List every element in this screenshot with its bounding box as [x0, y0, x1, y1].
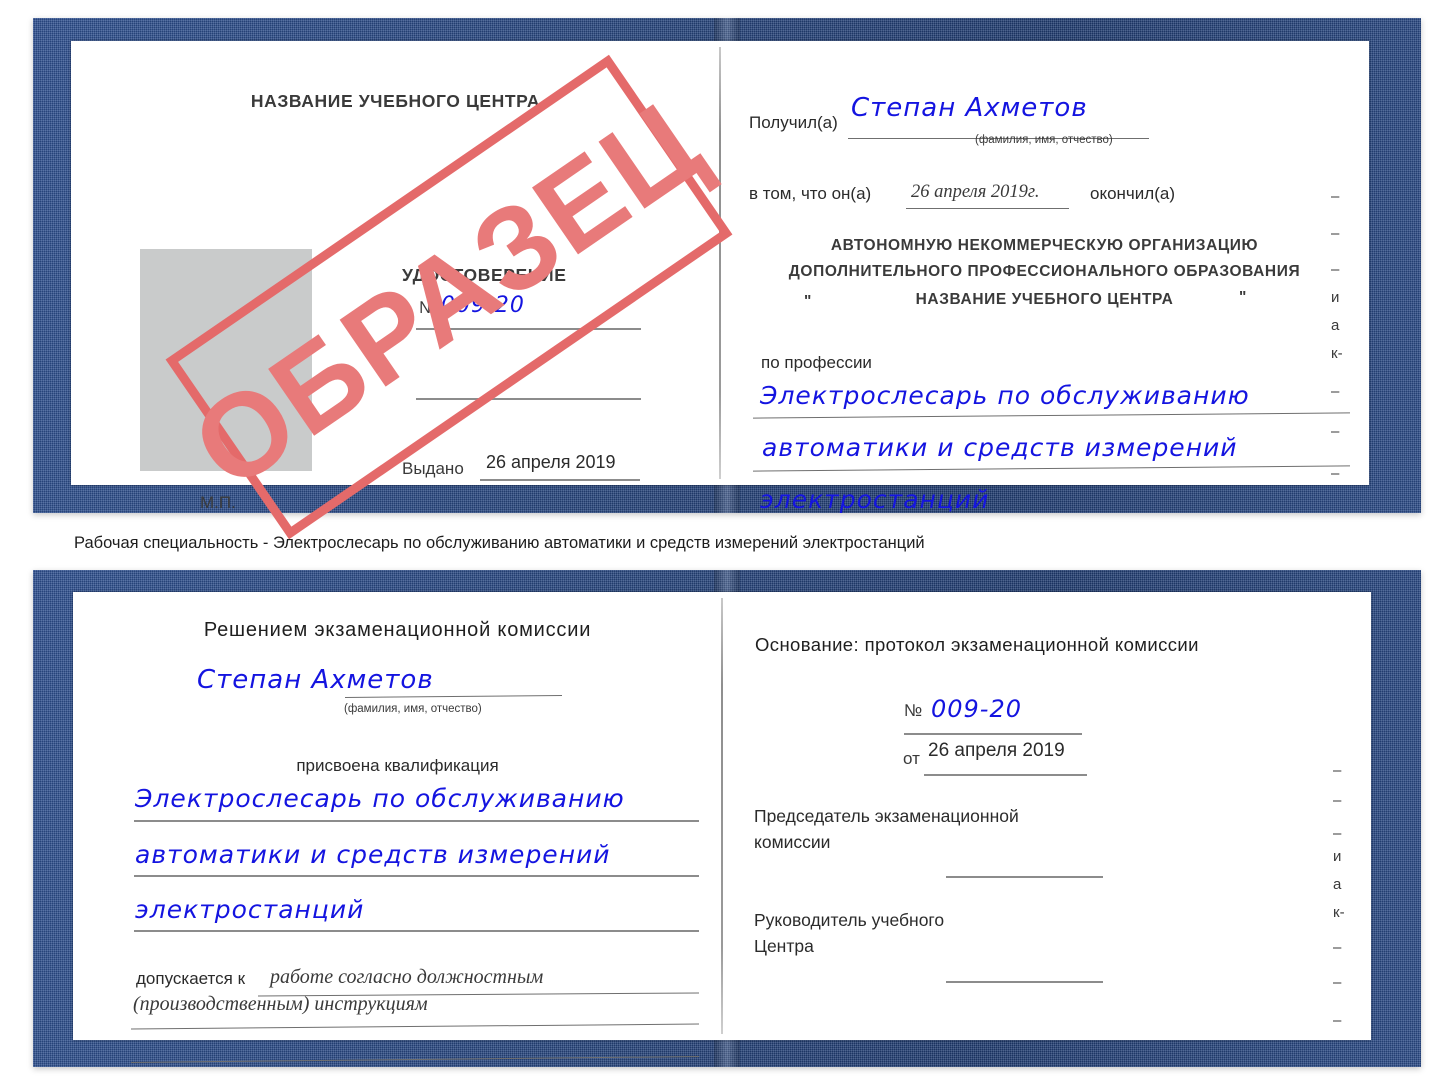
allowed-value-line-1: работе согласно должностным: [270, 966, 544, 988]
basis-label: Основание: протокол экзаменационной коми…: [755, 634, 1199, 655]
protocol-date-value: 26 апреля 2019: [928, 740, 1065, 761]
certificate-number-value: 009-20: [441, 293, 525, 318]
graduate-name-rule: [344, 695, 563, 698]
edge-fragments-top: – – – и а к- – – –: [1329, 41, 1369, 485]
qualification-line-2: автоматики и средств измерений: [135, 840, 611, 869]
profession-line-2: автоматики и средств измерений: [762, 433, 1238, 462]
chairman-signature-rule: [946, 876, 1103, 878]
page-spine-bottom: [721, 598, 723, 1034]
qualification-label: присвоена квалификация: [296, 756, 499, 775]
blank-rule-1: [416, 398, 641, 400]
certificate-bottom: Решением экзаменационной комиссии Степан…: [33, 570, 1421, 1067]
decision-title: Решением экзаменационной комиссии: [203, 619, 592, 641]
edge-fragment: а: [1331, 317, 1340, 334]
number-rule: [416, 328, 641, 330]
qualification-line-1: Электрослесарь по обслуживанию: [135, 784, 625, 813]
edge-fragment: –: [1331, 225, 1340, 242]
stamp-place-label: М.П.: [200, 493, 236, 512]
profession-rule-1: [753, 412, 1350, 419]
edge-fragment: –: [1331, 383, 1340, 400]
certificate-top-right-page: Получил(а) Степан Ахметов (фамилия, имя,…: [720, 41, 1369, 514]
that-he-label: в том, что он(а): [749, 184, 872, 203]
head-line-1: Руководитель учебного: [754, 910, 945, 930]
graduate-name-value: Степан Ахметов: [197, 665, 434, 695]
edge-fragment: а: [1333, 876, 1342, 893]
edge-fragment: –: [1333, 825, 1342, 842]
profession-line-3: электростанций: [760, 485, 990, 514]
edge-fragment: –: [1333, 974, 1342, 991]
organization-line-1: АВТОНОМНУЮ НЕКОММЕРЧЕСКУЮ ОРГАНИЗАЦИЮ: [830, 237, 1259, 254]
received-label: Получил(а): [749, 113, 838, 132]
edge-fragment: и: [1331, 289, 1340, 306]
edge-fragment: –: [1333, 792, 1342, 809]
organization-line-2: ДОПОЛНИТЕЛЬНОГО ПРОФЕССИОНАЛЬНОГО ОБРАЗО…: [788, 263, 1301, 280]
completion-date-value: 26 апреля 2019г.: [911, 182, 1040, 202]
organization-quote-open: ": [804, 293, 812, 310]
edge-fragment: к-: [1331, 345, 1343, 362]
protocol-number-label: №: [904, 701, 923, 720]
protocol-date-label: от: [903, 749, 920, 768]
chairman-line-1: Председатель экзаменационной: [754, 806, 1019, 826]
edge-fragment: –: [1331, 465, 1340, 482]
issued-date-value: 26 апреля 2019: [486, 452, 616, 472]
qualification-rule-1: [134, 820, 699, 822]
graduated-label: окончил(а): [1090, 184, 1175, 203]
edge-fragment: –: [1333, 939, 1342, 956]
edge-fragment: –: [1333, 762, 1342, 779]
qualification-line-3: электростанций: [135, 895, 365, 924]
page-spine-top: [719, 47, 721, 479]
certificate-bottom-left-page: Решением экзаменационной комиссии Степан…: [73, 592, 722, 1063]
document-type-heading: УДОСТОВЕРЕНИЕ: [402, 265, 567, 285]
received-name-value: Степан Ахметов: [851, 93, 1088, 123]
organization-line-3: НАЗВАНИЕ УЧЕБНОГО ЦЕНТРА: [915, 291, 1174, 308]
certificate-top: НАЗВАНИЕ УЧЕБНОГО ЦЕНТРА УДОСТОВЕРЕНИЕ №…: [33, 18, 1421, 514]
certificate-top-pages: НАЗВАНИЕ УЧЕБНОГО ЦЕНТРА УДОСТОВЕРЕНИЕ №…: [71, 41, 1369, 514]
edge-fragment: –: [1331, 188, 1340, 205]
photo-placeholder: [140, 249, 312, 471]
protocol-date-rule: [924, 774, 1087, 776]
certificate-top-left-page: НАЗВАНИЕ УЧЕБНОГО ЦЕНТРА УДОСТОВЕРЕНИЕ №…: [71, 41, 720, 512]
profession-label: по профессии: [761, 353, 872, 372]
organization-quote-close: ": [1239, 289, 1247, 306]
edge-fragments-bottom: – – – и а к- – – –: [1331, 592, 1371, 1040]
edge-fragment: –: [1331, 261, 1340, 278]
certificate-bottom-right-page: Основание: протокол экзаменационной коми…: [722, 592, 1371, 1040]
training-center-name-heading: НАЗВАНИЕ УЧЕБНОГО ЦЕНТРА: [250, 91, 541, 111]
head-line-2: Центра: [754, 936, 814, 956]
allowed-label: допускается к: [136, 969, 246, 988]
received-name-hint: (фамилия, имя, отчество): [975, 134, 1113, 146]
figure-caption: Рабочая специальность - Электрослесарь п…: [74, 534, 925, 552]
edge-fragment: и: [1333, 848, 1342, 865]
number-label: №: [419, 298, 438, 317]
protocol-number-rule: [904, 733, 1082, 735]
allowed-rule-2: [131, 1023, 699, 1030]
qualification-rule-3: [134, 930, 699, 932]
allowed-value-line-2: (производственным) инструкциям: [133, 993, 428, 1015]
certificate-bottom-pages: Решением экзаменационной комиссии Степан…: [73, 592, 1371, 1063]
edge-fragment: –: [1333, 1012, 1342, 1029]
completion-date-rule: [906, 208, 1069, 209]
profession-line-1: Электрослесарь по обслуживанию: [760, 381, 1250, 410]
issued-rule: [480, 479, 640, 481]
head-signature-rule: [946, 981, 1103, 983]
protocol-number-value: 009-20: [931, 695, 1023, 723]
graduate-name-hint: (фамилия, имя, отчество): [344, 703, 482, 715]
allowed-rule-3: [131, 1056, 699, 1063]
profession-rule-2: [753, 465, 1350, 472]
edge-fragment: к-: [1333, 904, 1345, 921]
edge-fragment: –: [1331, 423, 1340, 440]
issued-label: Выдано: [402, 459, 464, 478]
chairman-line-2: комиссии: [754, 832, 831, 852]
qualification-rule-2: [134, 875, 699, 877]
